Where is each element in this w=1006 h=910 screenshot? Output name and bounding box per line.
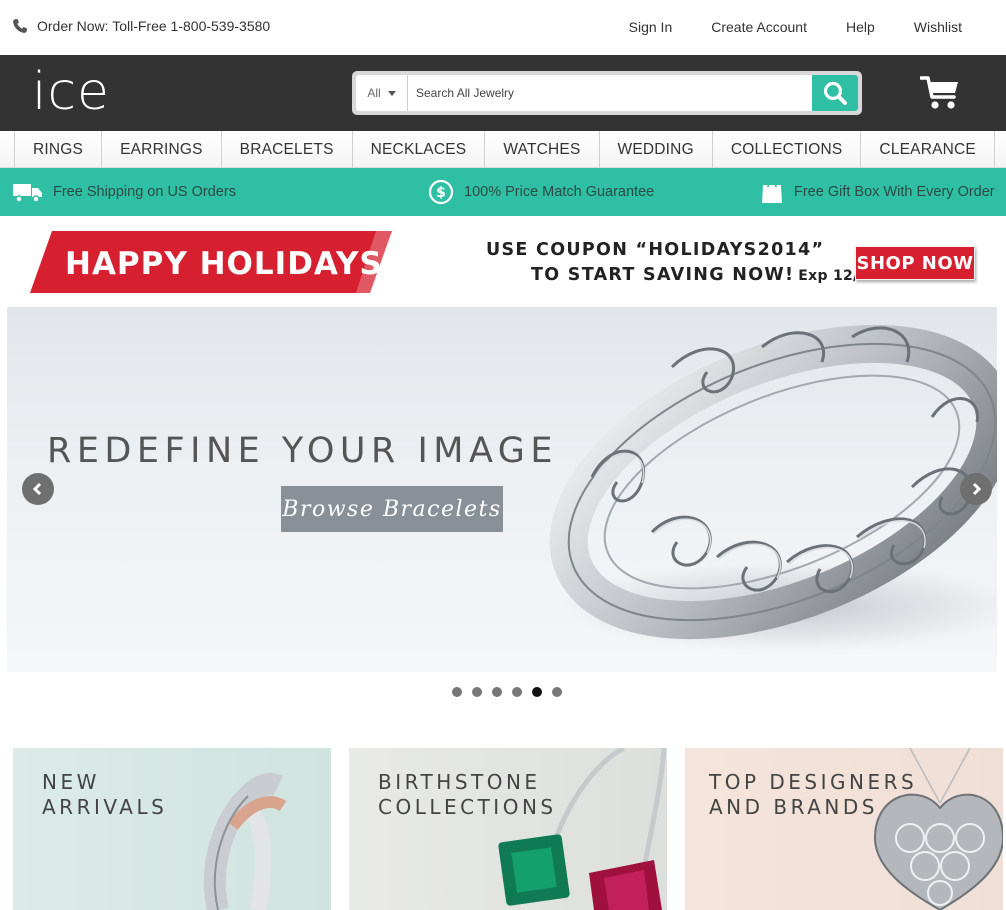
phone-text: Order Now: Toll-Free 1-800-539-3580 bbox=[37, 18, 271, 34]
phone-order: Order Now: Toll-Free 1-800-539-3580 bbox=[12, 18, 270, 34]
nav-necklaces[interactable]: NECKLACES bbox=[353, 131, 486, 168]
carousel-dot-5[interactable] bbox=[532, 687, 542, 697]
coupon-line-1: USE COUPON “HOLIDAYS2014” bbox=[486, 240, 825, 260]
phone-icon bbox=[13, 19, 27, 33]
tile-new-arrivals[interactable]: NEW ARRIVALS bbox=[13, 748, 331, 910]
hero-carousel: REDEFINE YOUR IMAGE Browse Bracelets bbox=[7, 307, 997, 672]
search-category-label: All bbox=[367, 86, 381, 100]
ring-image bbox=[203, 773, 287, 910]
nav-collections[interactable]: COLLECTIONS bbox=[713, 131, 862, 168]
carousel-next-button[interactable] bbox=[960, 473, 992, 505]
account-links: Sign In Create Account Help Wishlist bbox=[629, 19, 962, 35]
nav-bracelets[interactable]: BRACELETS bbox=[222, 131, 353, 168]
search-icon bbox=[823, 81, 847, 105]
gift-bag-icon bbox=[762, 181, 782, 203]
nav-wedding[interactable]: WEDDING bbox=[600, 131, 713, 168]
tile-new-arrivals-label: NEW ARRIVALS bbox=[42, 770, 168, 819]
gemstone-earrings-image bbox=[498, 748, 667, 910]
carousel-dot-6[interactable] bbox=[552, 687, 562, 697]
price-match-promo[interactable]: $ 100% Price Match Guarantee bbox=[428, 168, 654, 216]
tile-birthstone-collections[interactable]: BIRTHSTONE COLLECTIONS bbox=[349, 748, 667, 910]
search-input[interactable] bbox=[408, 75, 812, 111]
chevron-down-icon bbox=[387, 90, 396, 96]
chevron-right-icon bbox=[972, 482, 982, 496]
carousel-dot-3[interactable] bbox=[492, 687, 502, 697]
nav-watches[interactable]: WATCHES bbox=[485, 131, 600, 168]
svg-text:$: $ bbox=[436, 185, 446, 201]
dollar-circle-icon: $ bbox=[428, 179, 454, 205]
promo-strip: Free Shipping on US Orders $ 100% Price … bbox=[0, 168, 1006, 216]
happy-holidays-heading: HAPPY HOLIDAYS bbox=[65, 246, 383, 282]
coupon-line-2-text: TO START SAVING NOW! bbox=[531, 265, 795, 285]
carousel-dot-4[interactable] bbox=[512, 687, 522, 697]
hero-title: REDEFINE YOUR IMAGE bbox=[47, 431, 559, 471]
search-button[interactable] bbox=[812, 75, 858, 111]
carousel-dot-2[interactable] bbox=[472, 687, 482, 697]
tile-top-designers[interactable]: TOP DESIGNERS AND BRANDS bbox=[685, 748, 1003, 910]
nav-rings[interactable]: RINGS bbox=[15, 131, 103, 168]
holiday-banner[interactable]: HAPPY HOLIDAYS USE COUPON “HOLIDAYS2014”… bbox=[0, 216, 1006, 308]
shop-now-button[interactable]: SHOP NOW bbox=[855, 246, 975, 280]
truck-icon bbox=[13, 184, 42, 203]
chevron-left-icon bbox=[32, 482, 42, 496]
help-link[interactable]: Help bbox=[846, 19, 875, 35]
heart-pendant-image bbox=[873, 748, 1003, 910]
shopping-cart-icon[interactable] bbox=[920, 75, 960, 111]
top-utility-bar: Order Now: Toll-Free 1-800-539-3580 Sign… bbox=[0, 0, 1006, 55]
search-category-select[interactable]: All bbox=[356, 75, 408, 111]
gift-box-text: Free Gift Box With Every Order bbox=[794, 184, 995, 200]
search-bar: All bbox=[352, 71, 862, 115]
ice-logo[interactable]: ice bbox=[32, 66, 110, 118]
coupon-line-2: TO START SAVING NOW! Exp 12/20 bbox=[531, 265, 879, 285]
free-shipping-promo[interactable]: Free Shipping on US Orders bbox=[12, 168, 236, 216]
free-shipping-text: Free Shipping on US Orders bbox=[53, 184, 236, 200]
price-match-text: 100% Price Match Guarantee bbox=[464, 184, 655, 200]
gift-box-promo[interactable]: Free Gift Box With Every Order bbox=[760, 168, 995, 216]
browse-bracelets-button[interactable]: Browse Bracelets bbox=[281, 486, 503, 532]
carousel-dot-1[interactable] bbox=[452, 687, 462, 697]
bracelet-image bbox=[549, 324, 997, 652]
nav-clearance[interactable]: CLEARANCE bbox=[861, 131, 995, 168]
carousel-prev-button[interactable] bbox=[22, 473, 54, 505]
main-navigation: RINGS EARRINGS BRACELETS NECKLACES WATCH… bbox=[0, 131, 1006, 168]
create-account-link[interactable]: Create Account bbox=[711, 19, 807, 35]
carousel-dots bbox=[452, 687, 562, 697]
site-header: ice All bbox=[0, 55, 1006, 131]
sign-in-link[interactable]: Sign In bbox=[629, 19, 673, 35]
nav-earrings[interactable]: EARRINGS bbox=[102, 131, 222, 168]
wishlist-link[interactable]: Wishlist bbox=[914, 19, 962, 35]
